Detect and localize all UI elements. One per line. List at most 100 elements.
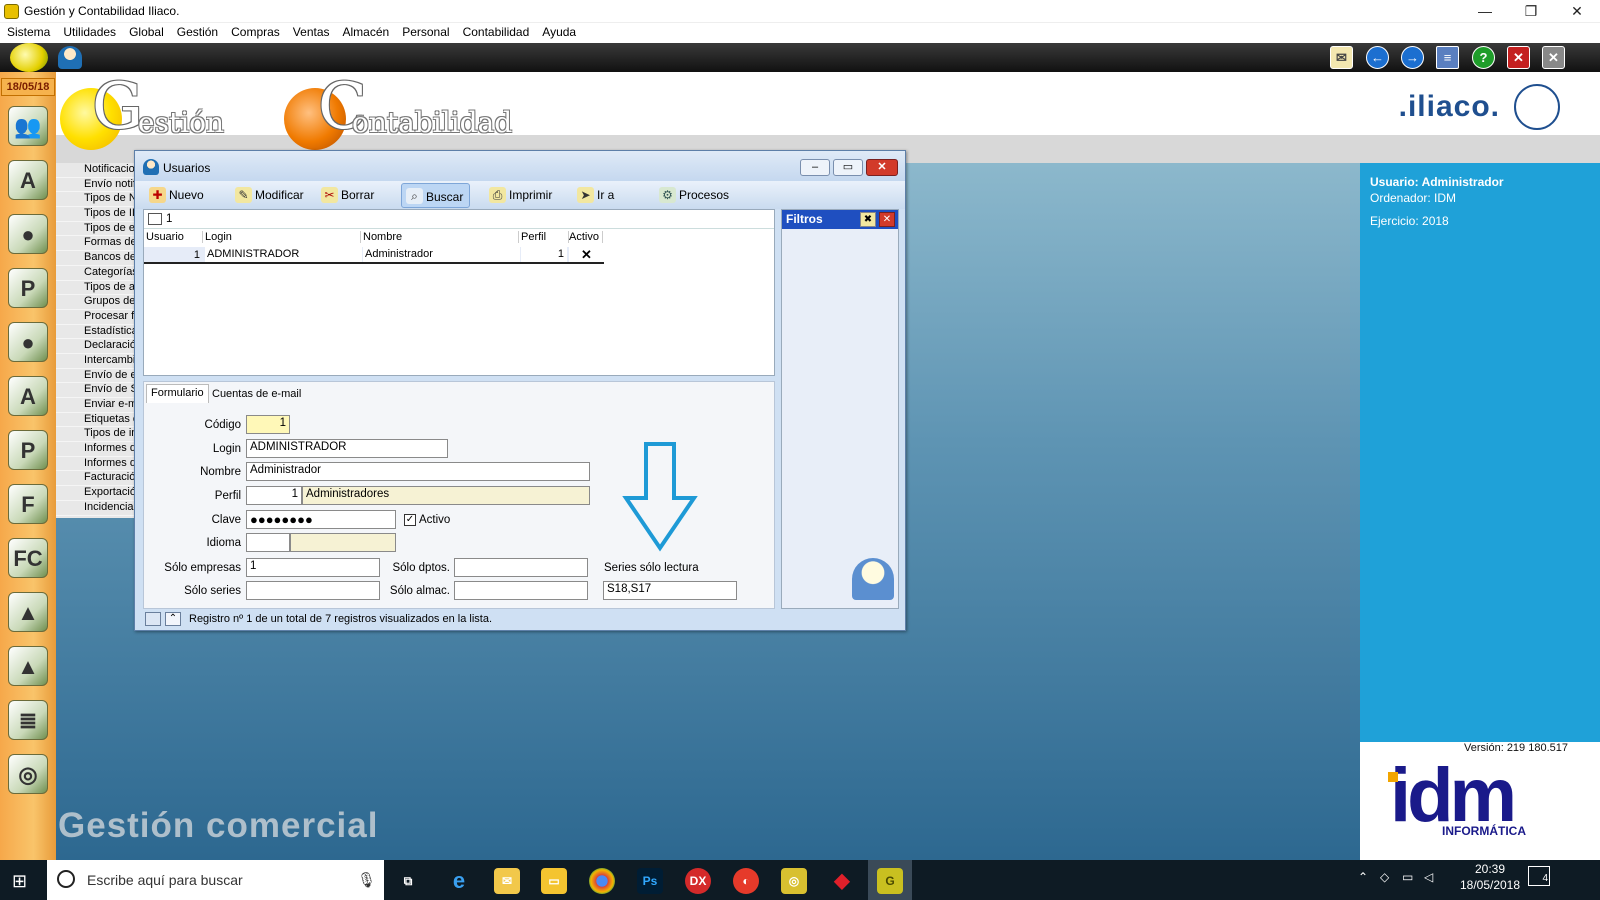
window-maximize-button[interactable]: ▭	[833, 159, 863, 176]
list-item[interactable]: Grupos de	[56, 295, 136, 310]
list-item[interactable]: Estadística	[56, 325, 136, 340]
notebook-icon[interactable]: ≣	[8, 700, 48, 740]
invoices-icon[interactable]: F	[8, 484, 48, 524]
red-diamond-icon[interactable]: ◆	[829, 868, 855, 894]
activo-checkbox[interactable]: ✓	[404, 514, 416, 526]
users-icon[interactable]: ●	[8, 322, 48, 362]
nombre-field[interactable]: Administrador	[246, 462, 590, 481]
solo-series-field[interactable]	[246, 581, 380, 600]
list-item[interactable]: Notificacio	[56, 163, 136, 178]
contacts-icon[interactable]: 👥	[8, 106, 48, 146]
menu-compras[interactable]: Compras	[224, 23, 286, 39]
procesos-button[interactable]: ⚙ Procesos	[655, 185, 735, 207]
iliaco-app-icon[interactable]: ◎	[781, 868, 807, 894]
col-header-login[interactable]: Login	[205, 231, 361, 243]
bag-green-icon[interactable]: ▲	[8, 592, 48, 632]
clear-filters-icon[interactable]: ✖	[860, 212, 876, 227]
close-window-icon[interactable]: ✕	[1507, 46, 1530, 69]
back-icon[interactable]: ←	[1366, 46, 1389, 69]
mail-icon[interactable]: ✉	[1330, 46, 1353, 69]
close-button[interactable]: ✕	[1554, 0, 1600, 23]
close-filters-icon[interactable]: ✕	[879, 212, 895, 227]
list-item[interactable]: Etiquetas c	[56, 413, 136, 428]
series-lectura-field[interactable]: S18,S17	[603, 581, 737, 600]
table-row[interactable]: 1 ADMINISTRADOR Administrador 1 ✕	[144, 247, 604, 264]
menu-gestion[interactable]: Gestión	[170, 23, 224, 39]
tab-formulario[interactable]: Formulario	[146, 384, 209, 403]
volume-icon[interactable]: ◁	[1424, 870, 1433, 884]
list-item[interactable]: Enviar e-m	[56, 398, 136, 413]
window-close-button[interactable]: ✕	[866, 159, 898, 176]
search-mode-icon[interactable]	[148, 213, 162, 225]
list-item[interactable]: Formas de	[56, 236, 136, 252]
articles-icon[interactable]: A	[8, 160, 48, 200]
col-header-usuario[interactable]: Usuario	[146, 231, 203, 243]
idioma-code-field[interactable]	[246, 533, 290, 552]
home-orb-icon[interactable]	[10, 43, 48, 72]
tab-cuentas-email[interactable]: Cuentas de e-mail	[208, 386, 305, 402]
menu-ayuda[interactable]: Ayuda	[535, 23, 582, 39]
solo-dptos-field[interactable]	[454, 558, 588, 577]
status-mode-icon[interactable]	[145, 612, 161, 626]
list-item[interactable]: Facturació	[56, 471, 136, 487]
app-swirl-icon[interactable]: ◐	[733, 868, 759, 894]
list-item[interactable]: Tipos de in	[56, 427, 136, 443]
menu-sistema[interactable]: Sistema	[0, 23, 56, 39]
network-icon[interactable]: ▭	[1402, 870, 1413, 884]
dropbox-icon[interactable]: ◇	[1380, 870, 1389, 884]
collapse-icon[interactable]: ⌃	[165, 612, 181, 626]
provider-icon[interactable]: P	[8, 268, 48, 308]
close-all-icon[interactable]: ✕	[1542, 46, 1565, 69]
menu-utilidades[interactable]: Utilidades	[56, 23, 122, 39]
modificar-button[interactable]: ✎ Modificar	[231, 185, 310, 207]
task-view-icon[interactable]: ⧉	[395, 868, 421, 894]
col-header-activo[interactable]: Activo	[569, 231, 603, 243]
list-item[interactable]: Procesar f	[56, 310, 136, 325]
list-item[interactable]: Categorías	[56, 266, 136, 281]
chrome-icon[interactable]	[589, 868, 615, 894]
imprimir-button[interactable]: ⎙ Imprimir	[485, 185, 558, 207]
taskbar-search-box[interactable]: Escribe aquí para buscar 🎙	[47, 860, 384, 900]
col-header-perfil[interactable]: Perfil	[521, 231, 569, 243]
list-item[interactable]: Tipos de N	[56, 192, 136, 208]
file-explorer-icon[interactable]: ▭	[541, 868, 567, 894]
edge-icon[interactable]: e	[446, 868, 472, 894]
login-field[interactable]: ADMINISTRADOR	[246, 439, 448, 458]
search-input[interactable]: 1	[166, 213, 172, 225]
ir-a-button[interactable]: ➤ Ir a	[573, 185, 620, 207]
list-item[interactable]: Tipos de e	[56, 222, 136, 237]
photoshop-icon[interactable]: Ps	[637, 868, 663, 894]
menu-almacen[interactable]: Almacén	[336, 23, 396, 39]
minimize-button[interactable]: —	[1462, 0, 1508, 23]
restore-button[interactable]: ❐	[1508, 0, 1554, 23]
list-item[interactable]: Envío de e	[56, 369, 136, 384]
clave-field[interactable]: ●●●●●●●●	[246, 510, 396, 529]
perfil-id-field[interactable]: 1	[246, 486, 302, 505]
forward-icon[interactable]: →	[1401, 46, 1424, 69]
list-item[interactable]: Intercambi	[56, 354, 136, 369]
tools-disc-icon[interactable]: ◎	[8, 754, 48, 794]
menu-global[interactable]: Global	[122, 23, 170, 39]
gestion-app-icon[interactable]: G	[877, 868, 903, 894]
codigo-field[interactable]: 1	[246, 415, 290, 434]
microphone-icon[interactable]: 🎙	[357, 871, 376, 889]
list-item[interactable]: Exportació	[56, 486, 136, 501]
tray-chevron-icon[interactable]: ⌃	[1358, 870, 1368, 884]
borrar-button[interactable]: ✂ Borrar	[317, 185, 380, 207]
solo-empresas-field[interactable]: 1	[246, 558, 380, 577]
clock-time[interactable]: 20:39	[1460, 862, 1520, 876]
windows-start-icon[interactable]: ⊞	[12, 872, 30, 890]
bag-orange-icon[interactable]: ▲	[8, 646, 48, 686]
list-item[interactable]: Tipos de a	[56, 281, 136, 296]
list-item[interactable]: Tipos de II	[56, 207, 136, 222]
solo-almac-field[interactable]	[454, 581, 588, 600]
list-item[interactable]: Informes d	[56, 457, 136, 472]
buscar-button[interactable]: ⌕ Buscar	[401, 183, 471, 208]
window-minimize-button[interactable]: –	[800, 159, 830, 176]
list-item[interactable]: Envío de S	[56, 383, 136, 398]
agents-icon[interactable]: A	[8, 376, 48, 416]
list-item[interactable]: Declaració	[56, 339, 136, 354]
list-item[interactable]: Bancos de	[56, 251, 136, 266]
col-header-nombre[interactable]: Nombre	[363, 231, 519, 243]
help-icon[interactable]: ?	[1472, 46, 1495, 69]
